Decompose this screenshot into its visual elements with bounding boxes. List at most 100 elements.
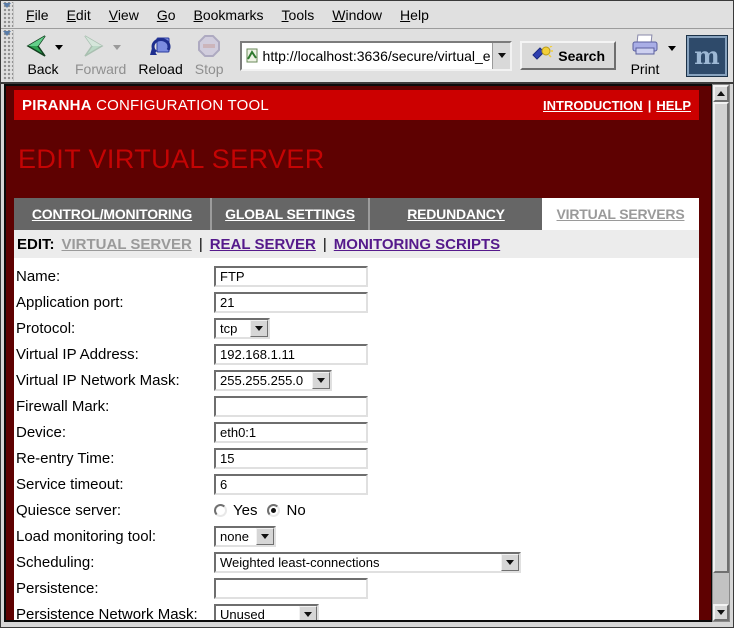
- scrollbar-track[interactable]: [713, 573, 729, 604]
- scrollbar-up-button[interactable]: [713, 85, 729, 102]
- scheduling-select[interactable]: Weighted least-connections: [214, 552, 521, 573]
- mozilla-logo[interactable]: m: [686, 35, 728, 77]
- piranha-brand-rest: CONFIGURATION TOOL: [92, 97, 269, 114]
- device-field[interactable]: [214, 422, 368, 443]
- url-dropdown-button[interactable]: [492, 43, 510, 69]
- form-row: Load monitoring tool: none: [14, 523, 699, 549]
- search-button[interactable]: Search: [520, 41, 616, 70]
- subnav-virtual-server-link[interactable]: VIRTUAL SERVER: [62, 236, 192, 253]
- navigation-toolbar: Back Forward: [1, 29, 733, 84]
- device-label: Device:: [16, 424, 214, 441]
- forward-icon: [81, 35, 107, 60]
- menu-edit[interactable]: Edit: [58, 2, 100, 28]
- persistence-mask-label: Persistence Network Mask:: [16, 606, 214, 623]
- select-arrow-icon: [256, 528, 274, 545]
- menu-help[interactable]: Help: [391, 2, 438, 28]
- quiesce-no-radio[interactable]: [267, 504, 280, 517]
- arrow-down-icon: [717, 610, 725, 615]
- name-field[interactable]: [214, 266, 368, 287]
- tab-global-settings[interactable]: GLOBAL SETTINGS: [212, 198, 370, 230]
- tab-virtual-servers[interactable]: VIRTUAL SERVERS: [542, 198, 699, 230]
- scheduling-label: Scheduling:: [16, 554, 214, 571]
- flashlight-icon: [531, 46, 553, 65]
- form-row: Scheduling: Weighted least-connections: [14, 549, 699, 575]
- load-monitoring-value: none: [216, 529, 256, 544]
- quiesce-yes-radio[interactable]: [214, 504, 227, 517]
- piranha-brand: PIRANHA CONFIGURATION TOOL: [22, 97, 269, 114]
- quiesce-no-label: No: [286, 502, 305, 519]
- printer-icon: [630, 34, 660, 61]
- browser-window: File Edit View Go Bookmarks Tools Window…: [0, 0, 734, 628]
- menu-window[interactable]: Window: [323, 2, 391, 28]
- virtual-server-form: Name: Application port: Protocol: tcp: [14, 258, 699, 620]
- back-dropdown-icon[interactable]: [55, 45, 63, 50]
- menu-tools[interactable]: Tools: [273, 2, 324, 28]
- url-bar: [240, 41, 513, 71]
- piranha-page: PIRANHA CONFIGURATION TOOL INTRODUCTION …: [6, 86, 711, 620]
- virtual-ip-field[interactable]: [214, 344, 368, 365]
- page-title: EDIT VIRTUAL SERVER: [14, 120, 699, 198]
- help-link[interactable]: HELP: [656, 98, 691, 113]
- select-arrow-icon: [312, 372, 330, 389]
- load-monitoring-select[interactable]: none: [214, 526, 276, 547]
- protocol-select[interactable]: tcp: [214, 318, 270, 339]
- edit-prefix-label: EDIT:: [17, 236, 55, 253]
- forward-dropdown-icon[interactable]: [113, 45, 121, 50]
- mozilla-logo-letter: m: [694, 41, 719, 70]
- menu-bar: File Edit View Go Bookmarks Tools Window…: [1, 1, 733, 29]
- stop-label: Stop: [195, 61, 224, 77]
- form-row: Quiesce server: Yes No: [14, 497, 699, 523]
- search-label: Search: [558, 48, 605, 64]
- scrollbar-thumb[interactable]: [713, 102, 729, 573]
- page-bookmark-icon[interactable]: [242, 43, 262, 69]
- virtual-ip-mask-select[interactable]: 255.255.255.0: [214, 370, 332, 391]
- url-input[interactable]: [262, 43, 493, 69]
- application-port-label: Application port:: [16, 294, 214, 311]
- menu-bookmarks[interactable]: Bookmarks: [185, 2, 273, 28]
- scheduling-value: Weighted least-connections: [216, 555, 501, 570]
- toolbar-grippy[interactable]: [3, 2, 14, 27]
- service-timeout-label: Service timeout:: [16, 476, 214, 493]
- application-port-field[interactable]: [214, 292, 368, 313]
- load-monitoring-label: Load monitoring tool:: [16, 528, 214, 545]
- page-viewport: PIRANHA CONFIGURATION TOOL INTRODUCTION …: [4, 84, 712, 622]
- back-button[interactable]: Back: [20, 33, 66, 79]
- firewall-mark-label: Firewall Mark:: [16, 398, 214, 415]
- stop-button[interactable]: Stop: [192, 33, 227, 79]
- select-arrow-icon: [250, 320, 268, 337]
- tab-redundancy[interactable]: REDUNDANCY: [370, 198, 542, 230]
- persistence-mask-select[interactable]: Unused: [214, 604, 319, 623]
- subnav-separator: |: [199, 236, 203, 253]
- chevron-down-icon: [498, 53, 506, 58]
- protocol-value: tcp: [216, 321, 250, 336]
- subnav-real-server-link[interactable]: REAL SERVER: [210, 236, 316, 253]
- tab-bar: CONTROL/MONITORING GLOBAL SETTINGS REDUN…: [14, 198, 699, 230]
- print-dropdown-icon[interactable]: [668, 46, 676, 51]
- reentry-time-field[interactable]: [214, 448, 368, 469]
- reload-icon: [149, 35, 173, 60]
- form-row: Virtual IP Network Mask: 255.255.255.0: [14, 367, 699, 393]
- forward-button[interactable]: Forward: [72, 33, 129, 79]
- introduction-link[interactable]: INTRODUCTION: [543, 98, 643, 113]
- tab-control-monitoring[interactable]: CONTROL/MONITORING: [14, 198, 212, 230]
- firewall-mark-field[interactable]: [214, 396, 368, 417]
- menu-go[interactable]: Go: [148, 2, 185, 28]
- edit-subnav: EDIT: VIRTUAL SERVER | REAL SERVER | MON…: [14, 230, 699, 258]
- menu-file[interactable]: File: [17, 2, 58, 28]
- toolbar-grippy[interactable]: [3, 30, 14, 81]
- print-button[interactable]: Print: [627, 33, 663, 79]
- scrollbar-down-button[interactable]: [713, 604, 729, 621]
- reload-label: Reload: [138, 61, 182, 77]
- quiesce-server-label: Quiesce server:: [16, 502, 214, 519]
- virtual-ip-mask-label: Virtual IP Network Mask:: [16, 372, 214, 389]
- protocol-label: Protocol:: [16, 320, 214, 337]
- subnav-monitoring-scripts-link[interactable]: MONITORING SCRIPTS: [334, 236, 500, 253]
- form-row: Firewall Mark:: [14, 393, 699, 419]
- reload-button[interactable]: Reload: [135, 33, 185, 79]
- menu-view[interactable]: View: [100, 2, 148, 28]
- stop-icon: [198, 35, 220, 60]
- forward-label: Forward: [75, 61, 126, 77]
- piranha-header-bar: PIRANHA CONFIGURATION TOOL INTRODUCTION …: [14, 90, 699, 120]
- service-timeout-field[interactable]: [214, 474, 368, 495]
- persistence-field[interactable]: [214, 578, 368, 599]
